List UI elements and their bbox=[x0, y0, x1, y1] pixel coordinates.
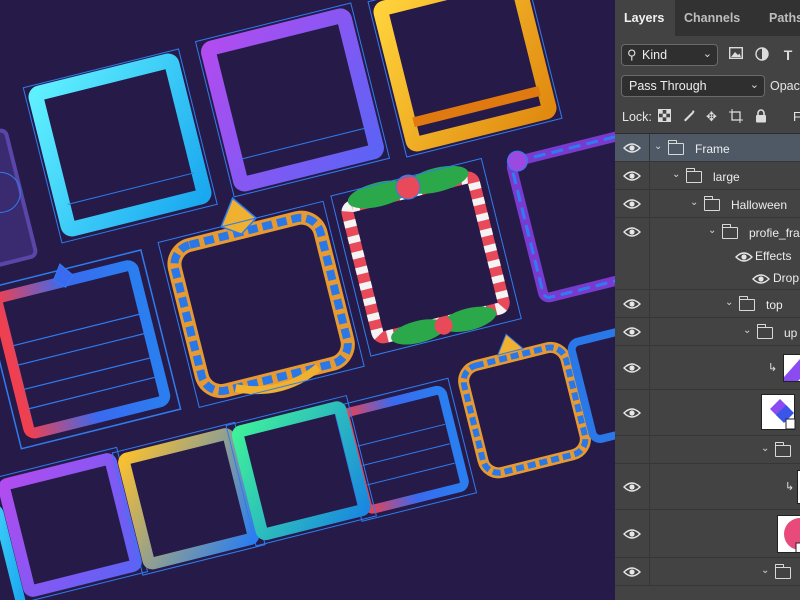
folder-icon bbox=[703, 196, 720, 211]
layer-row-group-bottom[interactable]: ⌄ bbox=[615, 558, 800, 586]
folder-icon bbox=[774, 442, 791, 457]
lock-label: Lock: bbox=[622, 110, 652, 124]
layer-row-up[interactable]: ⌄ up bbox=[615, 318, 800, 346]
folder-icon bbox=[685, 168, 702, 183]
frame-purple bbox=[194, 2, 391, 198]
frame-christmas bbox=[330, 157, 522, 357]
clipping-arrow-icon: ↳ bbox=[785, 481, 795, 493]
layer-row-clipped-shape[interactable]: ↳ bbox=[615, 346, 800, 390]
eye-icon[interactable] bbox=[623, 197, 641, 211]
layer-thumbnail bbox=[777, 515, 800, 553]
lock-image-pixels-icon[interactable] bbox=[681, 109, 696, 124]
eye-icon[interactable] bbox=[623, 141, 641, 155]
lock-transparent-pixels-icon[interactable] bbox=[657, 109, 672, 124]
eye-icon[interactable] bbox=[623, 361, 641, 375]
fill-label: F bbox=[793, 110, 800, 124]
chevron-down-icon[interactable]: ⌄ bbox=[761, 565, 769, 576]
layer-row-nested-group[interactable]: ⌄ bbox=[615, 436, 800, 464]
tab-channels[interactable]: Channels bbox=[675, 0, 760, 36]
layer-filter-row: ⚲ Kind ⌄ T bbox=[615, 40, 800, 70]
kind-filter-select[interactable]: ⚲ Kind ⌄ bbox=[621, 44, 718, 66]
chevron-down-icon[interactable]: ⌄ bbox=[690, 197, 698, 208]
layer-name: Frame bbox=[695, 142, 730, 156]
folder-icon bbox=[721, 224, 738, 239]
type-filter-icon[interactable]: T bbox=[780, 47, 796, 63]
chevron-down-icon: ⌄ bbox=[749, 79, 759, 91]
eye-icon[interactable] bbox=[623, 297, 641, 311]
image-filter-icon[interactable] bbox=[728, 46, 744, 63]
kind-filter-label: Kind bbox=[642, 48, 668, 62]
lock-artboard-icon[interactable] bbox=[728, 109, 743, 124]
chevron-down-icon[interactable]: ⌄ bbox=[761, 443, 769, 454]
frame-ornate-red bbox=[0, 249, 182, 450]
eye-icon[interactable] bbox=[735, 250, 753, 264]
layer-row-large[interactable]: ⌄ large bbox=[615, 162, 800, 190]
eye-icon[interactable] bbox=[623, 565, 641, 579]
layer-thumbnail bbox=[761, 394, 796, 430]
adjustment-filter-icon[interactable] bbox=[754, 47, 770, 63]
eye-icon[interactable] bbox=[752, 272, 770, 286]
lock-row: Lock: ✥ F bbox=[615, 102, 800, 130]
layer-name: large bbox=[713, 170, 740, 184]
layer-row-shape-layer[interactable] bbox=[615, 390, 800, 436]
frame-purple-partial bbox=[506, 127, 615, 303]
eye-icon[interactable] bbox=[623, 225, 641, 239]
layer-row-profie-frame[interactable]: ⌄ profie_frame bbox=[615, 218, 800, 246]
folder-icon bbox=[756, 324, 773, 339]
lock-all-icon[interactable] bbox=[753, 109, 768, 124]
layer-row-drop-shadow[interactable]: Drop Shadow bbox=[615, 268, 800, 290]
eye-icon[interactable] bbox=[623, 480, 641, 494]
artwork bbox=[0, 0, 615, 600]
chevron-down-icon[interactable]: ⌄ bbox=[654, 141, 662, 152]
clipping-arrow-icon: ↳ bbox=[768, 362, 778, 374]
tab-layers[interactable]: Layers bbox=[615, 0, 675, 36]
layer-row-clipped-blank[interactable]: ↳ bbox=[615, 464, 800, 510]
layer-name: up bbox=[784, 326, 798, 340]
folder-icon bbox=[667, 140, 684, 155]
chevron-down-icon[interactable]: ⌄ bbox=[743, 325, 751, 336]
layer-list: ⌄ Frame ⌄ large ⌄ Halloween ⌄ profie_fra bbox=[615, 133, 800, 600]
eye-icon[interactable] bbox=[623, 325, 641, 339]
chevron-down-icon: ⌄ bbox=[702, 48, 712, 60]
eye-icon[interactable] bbox=[623, 406, 641, 420]
blend-mode-select[interactable]: Pass Through ⌄ bbox=[621, 75, 765, 97]
layers-panel: Layers Channels Paths ⚲ Kind ⌄ T Pass Th… bbox=[615, 0, 800, 600]
blend-row: Pass Through ⌄ Opacity: bbox=[615, 72, 800, 100]
frame-gold bbox=[367, 0, 563, 158]
opacity-label: Opacity: bbox=[770, 79, 800, 93]
layer-name: Effects bbox=[755, 249, 792, 263]
layer-row-pink-shape[interactable] bbox=[615, 510, 800, 558]
layer-row-effects[interactable]: Effects bbox=[615, 246, 800, 268]
folder-icon bbox=[738, 296, 755, 311]
tab-paths[interactable]: Paths bbox=[760, 0, 800, 36]
frame-ornate-orange bbox=[157, 196, 365, 409]
folder-icon bbox=[774, 564, 791, 579]
layer-row-frame[interactable]: ⌄ Frame bbox=[615, 134, 800, 162]
frame-cyan bbox=[22, 48, 218, 244]
eye-icon[interactable] bbox=[623, 169, 641, 183]
lock-position-icon[interactable]: ✥ bbox=[704, 109, 719, 124]
chevron-down-icon[interactable]: ⌄ bbox=[672, 169, 680, 180]
chevron-down-icon[interactable]: ⌄ bbox=[725, 297, 733, 308]
layer-name: top bbox=[766, 298, 783, 312]
panel-tab-bar: Layers Channels Paths bbox=[615, 0, 800, 36]
layer-name: Halloween bbox=[731, 198, 788, 212]
layer-row-halloween[interactable]: ⌄ Halloween bbox=[615, 190, 800, 218]
blend-mode-label: Pass Through bbox=[629, 79, 707, 93]
document-canvas[interactable] bbox=[0, 0, 615, 600]
layer-row-top[interactable]: ⌄ top bbox=[615, 290, 800, 318]
eye-icon[interactable] bbox=[623, 527, 641, 541]
chevron-down-icon[interactable]: ⌄ bbox=[708, 225, 716, 236]
layer-thumbnail bbox=[783, 354, 800, 382]
layer-name: profie_frame bbox=[749, 226, 800, 240]
frame-partial-left bbox=[0, 128, 38, 271]
search-icon: ⚲ bbox=[627, 47, 637, 62]
layer-name: Drop Shadow bbox=[773, 271, 800, 285]
